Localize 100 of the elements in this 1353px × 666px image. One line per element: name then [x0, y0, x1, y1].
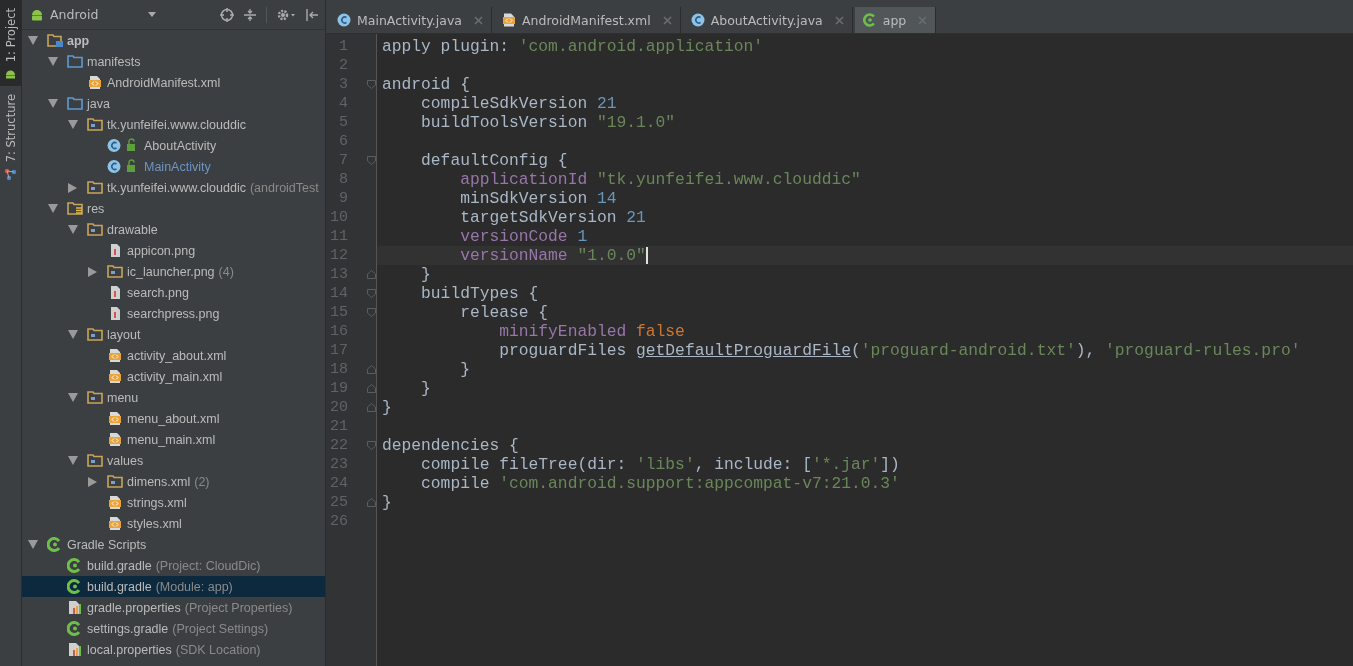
fold-icon[interactable]	[367, 156, 376, 165]
tree-item[interactable]: build.gradle (Project: CloudDic)	[22, 555, 325, 576]
tree-item[interactable]: search.png	[22, 282, 325, 303]
code-token: , include: [	[694, 455, 812, 474]
code-token: defaultConfig {	[420, 151, 568, 170]
tree-item[interactable]: strings.xml	[22, 492, 325, 513]
resources-folder-icon	[67, 201, 84, 216]
tree-item[interactable]: menu_about.xml	[22, 408, 325, 429]
tree-item[interactable]: AndroidManifest.xml	[22, 72, 325, 93]
xml-file-icon	[107, 432, 124, 447]
xml-file-icon	[501, 13, 516, 27]
close-icon[interactable]	[834, 15, 844, 25]
code-token: 'proguard-rules.pro'	[1105, 341, 1301, 360]
fold-icon[interactable]	[367, 289, 376, 298]
hide-panel-icon[interactable]	[305, 7, 319, 22]
tree-item[interactable]: drawable	[22, 219, 325, 240]
code-token: versionCode	[459, 227, 569, 246]
tree-item[interactable]: settings.gradle (Project Settings)	[22, 618, 325, 639]
code-token: compileSdkVersion	[420, 94, 589, 113]
expanded-arrow-icon[interactable]	[28, 540, 38, 549]
code-token: }	[420, 379, 431, 398]
code-token: 21	[596, 94, 617, 113]
tree-item[interactable]: menu_main.xml	[22, 429, 325, 450]
tree-item[interactable]: menu	[22, 387, 325, 408]
code-token: 14	[596, 189, 617, 208]
tree-item[interactable]: appicon.png	[22, 240, 325, 261]
editor-tab[interactable]: app	[854, 7, 937, 33]
fold-icon[interactable]	[367, 308, 376, 317]
settings-icon[interactable]	[276, 7, 296, 22]
tree-item[interactable]: dimens.xml (2)	[22, 471, 325, 492]
code-token: 21	[626, 208, 646, 227]
expanded-arrow-icon[interactable]	[68, 330, 78, 339]
close-icon[interactable]	[473, 15, 483, 25]
tree-item[interactable]: tk.yunfeifei.www.clouddic	[22, 114, 325, 135]
code-token: 'proguard-android.txt'	[860, 341, 1076, 360]
tree-item[interactable]: tk.yunfeifei.www.clouddic (androidTest	[22, 177, 325, 198]
code-token: }	[459, 360, 470, 379]
module-folder-icon	[47, 33, 64, 48]
tree-item[interactable]: searchpress.png	[22, 303, 325, 324]
gradle-icon	[862, 13, 877, 27]
tool-window-tab[interactable]: 1: Project	[0, 0, 21, 87]
tree-item[interactable]: ic_launcher.png (4)	[22, 261, 325, 282]
tree-item[interactable]: AboutActivity	[22, 135, 325, 156]
expanded-arrow-icon[interactable]	[48, 204, 58, 213]
tree-item[interactable]: Gradle Scripts	[22, 534, 325, 555]
collapsed-arrow-icon[interactable]	[88, 476, 97, 487]
properties-file-icon	[67, 600, 84, 615]
fold-end-icon[interactable]	[367, 498, 376, 507]
code-token: "tk.yunfeifei.www.clouddic"	[596, 170, 861, 189]
xml-file-icon	[107, 411, 124, 426]
tree-item[interactable]: app	[22, 30, 325, 51]
tree-item[interactable]: java	[22, 93, 325, 114]
expanded-arrow-icon[interactable]	[68, 120, 78, 129]
expanded-arrow-icon[interactable]	[48, 99, 58, 108]
code-token: "1.0.0"	[577, 246, 646, 265]
view-dropdown[interactable]: Android	[30, 7, 160, 22]
collapsed-arrow-icon[interactable]	[68, 182, 77, 193]
expanded-arrow-icon[interactable]	[28, 36, 38, 45]
tree-item[interactable]: res	[22, 198, 325, 219]
expanded-arrow-icon[interactable]	[68, 393, 78, 402]
code-token: versionName	[459, 246, 569, 265]
code-token: "19.1.0"	[596, 113, 676, 132]
expanded-arrow-icon[interactable]	[48, 57, 58, 66]
xml-file-icon	[107, 348, 124, 363]
fold-end-icon[interactable]	[367, 403, 376, 412]
tree-item[interactable]: activity_main.xml	[22, 366, 325, 387]
folder-icon	[87, 327, 104, 342]
code-token: ),	[1075, 341, 1097, 360]
code-token: '*.jar'	[811, 455, 881, 474]
tool-window-tab[interactable]: 7: Structure	[0, 86, 21, 187]
expanded-arrow-icon[interactable]	[68, 225, 78, 234]
tree-item[interactable]: build.gradle (Module: app)	[22, 576, 325, 597]
fold-icon[interactable]	[367, 441, 376, 450]
tree-item[interactable]: values	[22, 450, 325, 471]
close-icon[interactable]	[662, 15, 672, 25]
structure-icon	[4, 167, 17, 181]
tree-item[interactable]: activity_about.xml	[22, 345, 325, 366]
code-token: minifyEnabled	[498, 322, 628, 341]
caret-icon	[148, 12, 156, 17]
code-token: apply plugin:	[382, 37, 510, 56]
folder-icon	[87, 390, 104, 405]
expanded-arrow-icon[interactable]	[68, 456, 78, 465]
tree-item[interactable]: styles.xml	[22, 513, 325, 534]
tree-item[interactable]: manifests	[22, 51, 325, 72]
tree-item[interactable]: gradle.properties (Project Properties)	[22, 597, 325, 618]
fold-icon[interactable]	[367, 80, 376, 89]
tree-item[interactable]: local.properties (SDK Location)	[22, 639, 325, 660]
target-icon[interactable]	[220, 7, 234, 22]
fold-end-icon[interactable]	[367, 365, 376, 374]
tree-item[interactable]: layout	[22, 324, 325, 345]
fold-end-icon[interactable]	[367, 384, 376, 393]
collapse-all-icon[interactable]	[243, 7, 257, 22]
collapsed-arrow-icon[interactable]	[88, 266, 97, 277]
code-token: 1	[577, 227, 588, 246]
tree-item[interactable]: MainActivity	[22, 156, 325, 177]
android-icon	[30, 7, 44, 22]
code-token: minSdkVersion	[459, 189, 589, 208]
class-icon	[690, 13, 705, 27]
fold-end-icon[interactable]	[367, 270, 376, 279]
code-token: 'com.android.application'	[518, 37, 764, 56]
